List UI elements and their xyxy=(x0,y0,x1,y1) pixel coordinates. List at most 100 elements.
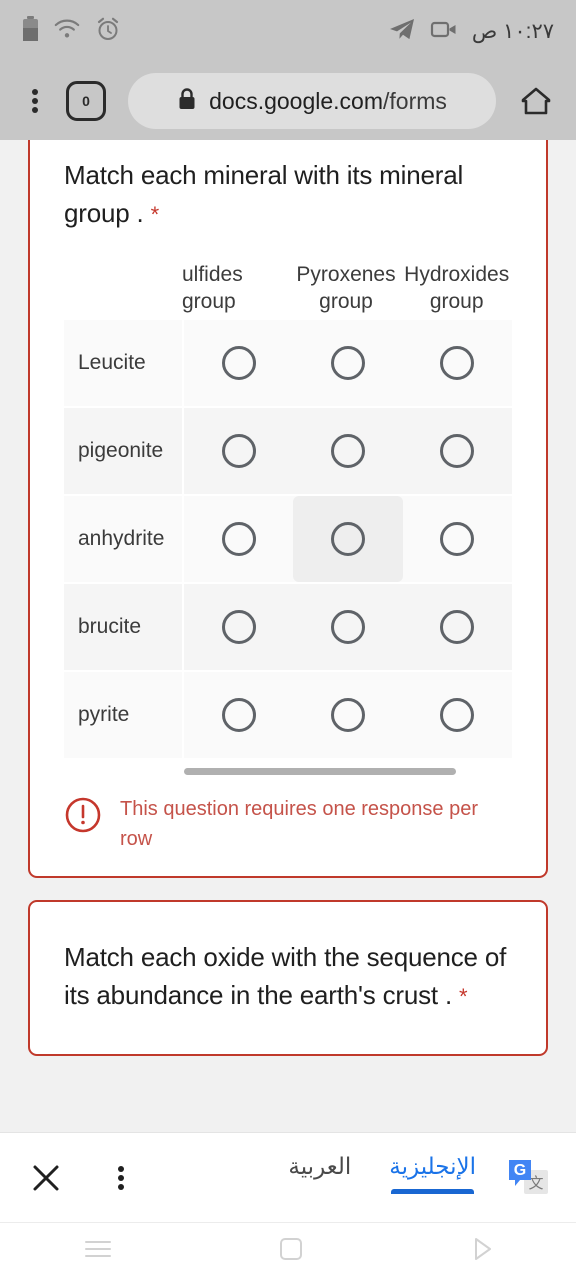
grid-column-header-1: ulfides group xyxy=(182,261,291,316)
grid-cell[interactable] xyxy=(184,408,293,494)
question-title-1: Match each mineral with its mineral grou… xyxy=(64,156,512,233)
close-icon[interactable] xyxy=(26,1158,66,1198)
radio-button[interactable] xyxy=(440,433,475,468)
phone-screen: ١٠:٢٧ ص 0 docs.google.com/forms Match ea… xyxy=(0,0,576,1280)
question-text: Match each oxide with the sequence of it… xyxy=(64,941,507,1010)
url-path: /forms xyxy=(383,87,447,114)
grid-cell[interactable] xyxy=(184,584,293,670)
grid-cell[interactable] xyxy=(293,320,402,406)
grid-row-label: Leucite xyxy=(78,350,146,374)
grid-header-spacer xyxy=(64,261,182,316)
radio-button[interactable] xyxy=(221,697,256,732)
grid-cell[interactable] xyxy=(403,496,512,582)
grid-cell[interactable] xyxy=(184,672,293,758)
required-asterisk: * xyxy=(459,984,468,1009)
radio-button[interactable] xyxy=(330,521,365,556)
battery-icon xyxy=(22,15,39,47)
radio-button[interactable] xyxy=(330,697,365,732)
grid-cell[interactable] xyxy=(403,320,512,406)
status-clock: ١٠:٢٧ ص xyxy=(471,19,554,43)
radio-button[interactable] xyxy=(221,345,256,380)
grid-row: brucite xyxy=(64,583,512,672)
android-nav-bar xyxy=(0,1222,576,1280)
form-content[interactable]: Match each mineral with its mineral grou… xyxy=(0,140,576,1132)
grid-row-cells xyxy=(182,671,512,758)
radio-button[interactable] xyxy=(221,609,256,644)
grid-row-cells xyxy=(182,319,512,406)
lock-icon xyxy=(177,87,197,116)
recents-icon[interactable] xyxy=(81,1237,115,1266)
col-header-line1: Hydroxides xyxy=(404,262,510,286)
url-domain: docs.google.com xyxy=(209,87,383,114)
radio-grid[interactable]: ulfides group Pyroxenes group Hydroxides… xyxy=(64,261,512,782)
grid-row: anhydrite xyxy=(64,495,512,584)
grid-row-label: pigeonite xyxy=(78,438,164,462)
error-message: This question requires one response per … xyxy=(120,797,478,850)
grid-cell[interactable] xyxy=(403,408,512,494)
radio-button[interactable] xyxy=(330,433,365,468)
browser-toolbar: 0 docs.google.com/forms xyxy=(0,62,576,140)
grid-header-row: ulfides group Pyroxenes group Hydroxides… xyxy=(64,261,512,316)
validation-error: This question requires one response per … xyxy=(64,794,512,854)
home-icon[interactable] xyxy=(518,83,554,119)
grid-cell[interactable] xyxy=(184,320,293,406)
grid-row: Leucite xyxy=(64,319,512,408)
col-header-line1: ulfides xyxy=(182,262,243,286)
radio-button[interactable] xyxy=(440,609,475,644)
grid-cell[interactable] xyxy=(293,672,402,758)
horizontal-scrollbar[interactable] xyxy=(64,760,512,782)
col-header-line2: group xyxy=(319,290,373,314)
language-tabs: العربية الإنجليزية xyxy=(288,1153,476,1202)
home-square-icon[interactable] xyxy=(277,1235,305,1268)
status-right-icons: ١٠:٢٧ ص xyxy=(388,17,554,46)
radio-button[interactable] xyxy=(440,345,475,380)
language-tab-english[interactable]: الإنجليزية xyxy=(389,1153,476,1202)
radio-button[interactable] xyxy=(330,609,365,644)
wifi-icon xyxy=(53,18,81,45)
grid-cell[interactable] xyxy=(403,584,512,670)
required-asterisk: * xyxy=(150,202,160,228)
svg-text:G: G xyxy=(514,1162,526,1179)
google-translate-icon[interactable]: 文 G xyxy=(506,1156,550,1200)
question-title-2: Match each oxide with the sequence of it… xyxy=(64,938,512,1015)
radio-button[interactable] xyxy=(221,521,256,556)
browser-menu-button[interactable] xyxy=(22,86,48,116)
grid-row-cells xyxy=(182,495,512,582)
grid-cell[interactable] xyxy=(403,672,512,758)
grid-row-label: brucite xyxy=(78,614,142,638)
address-bar[interactable]: docs.google.com/forms xyxy=(128,73,496,129)
grid-column-header-3: Hydroxides group xyxy=(401,261,512,316)
grid-row: pyrite xyxy=(64,671,512,760)
status-bar: ١٠:٢٧ ص xyxy=(0,0,576,62)
col-header-line2: group xyxy=(429,290,484,314)
question-text: Match each mineral with its mineral grou… xyxy=(64,160,464,229)
grid-cell[interactable] xyxy=(184,496,293,582)
grid-row-label: pyrite xyxy=(78,702,130,726)
grid-cell[interactable] xyxy=(293,584,402,670)
tab-switcher-button[interactable]: 0 xyxy=(66,81,106,121)
grid-row-cells xyxy=(182,583,512,670)
grid-row-cells xyxy=(182,407,512,494)
col-header-line1: Pyroxenes xyxy=(296,262,396,286)
radio-button[interactable] xyxy=(330,345,365,380)
grid-row: pigeonite xyxy=(64,407,512,496)
telegram-icon xyxy=(388,17,416,46)
back-icon[interactable] xyxy=(467,1235,495,1268)
radio-button[interactable] xyxy=(221,433,256,468)
col-header-line2: group xyxy=(182,290,236,314)
radio-button[interactable] xyxy=(440,697,475,732)
question-card-1: Match each mineral with its mineral grou… xyxy=(28,140,548,878)
google-translate-bar: العربية الإنجليزية 文 G xyxy=(0,1132,576,1222)
translate-menu-button[interactable] xyxy=(108,1163,134,1193)
tab-count: 0 xyxy=(82,93,90,109)
video-camera-icon xyxy=(430,18,458,45)
language-tab-arabic[interactable]: العربية xyxy=(288,1153,351,1202)
scrollbar-thumb[interactable] xyxy=(184,767,456,775)
question-card-2: Match each oxide with the sequence of it… xyxy=(28,899,548,1057)
url-text: docs.google.com/forms xyxy=(209,88,447,115)
grid-cell[interactable] xyxy=(293,408,402,494)
error-icon xyxy=(64,796,102,839)
radio-button[interactable] xyxy=(440,521,475,556)
grid-row-label: anhydrite xyxy=(78,526,165,550)
grid-cell[interactable] xyxy=(293,495,403,582)
